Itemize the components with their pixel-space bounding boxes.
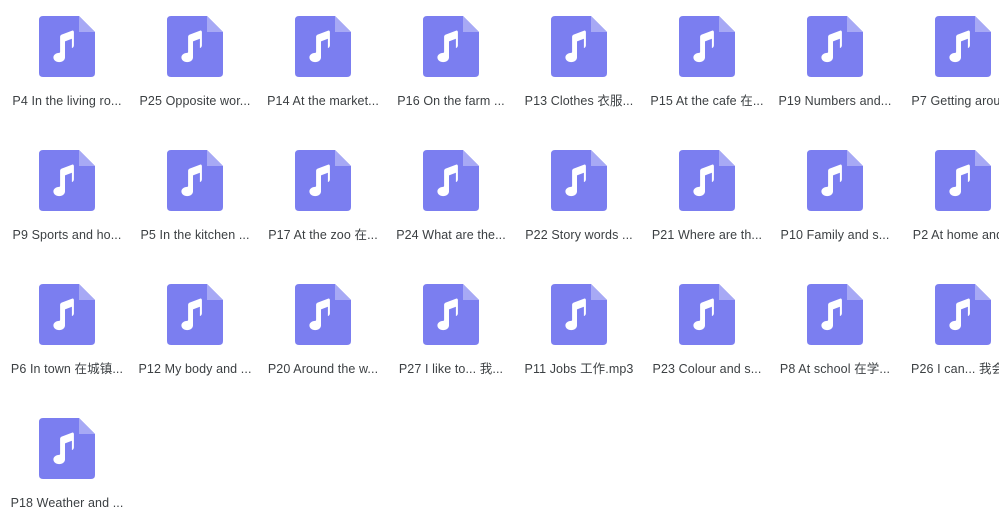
file-label: P14 At the market... — [267, 94, 379, 108]
audio-file-icon — [295, 284, 351, 345]
audio-file-icon — [39, 16, 95, 77]
file-label: P18 Weather and ... — [10, 496, 124, 510]
file-label: P2 At home and i. — [912, 228, 999, 242]
file-label: P26 I can... 我会... — [911, 362, 999, 376]
file-item[interactable]: P4 In the living ro... — [3, 0, 131, 118]
file-label: P5 In the kitchen ... — [140, 228, 250, 242]
file-item[interactable]: P22 Story words ... — [515, 134, 643, 252]
audio-file-icon — [551, 284, 607, 345]
audio-file-icon — [167, 150, 223, 211]
file-label: P23 Colour and s... — [652, 362, 762, 376]
file-item[interactable]: P26 I can... 我会... — [899, 268, 999, 386]
audio-file-icon — [807, 16, 863, 77]
file-item[interactable]: P13 Clothes 衣服... — [515, 0, 643, 118]
audio-file-icon — [39, 284, 95, 345]
file-label: P17 At the zoo 在... — [268, 228, 378, 242]
file-label: P7 Getting around — [911, 94, 999, 108]
file-label: P9 Sports and ho... — [12, 228, 122, 242]
file-label: P8 At school 在学... — [779, 362, 891, 376]
file-item[interactable]: P9 Sports and ho... — [3, 134, 131, 252]
audio-file-icon — [679, 150, 735, 211]
file-label: P11 Jobs 工作.mp3 — [524, 362, 634, 376]
audio-file-icon — [551, 16, 607, 77]
audio-file-icon — [423, 284, 479, 345]
file-item[interactable]: P15 At the cafe 在... — [643, 0, 771, 118]
file-label: P15 At the cafe 在... — [650, 94, 764, 108]
file-label: P16 On the farm ... — [397, 94, 505, 108]
audio-file-icon — [935, 150, 991, 211]
file-item[interactable]: P24 What are the... — [387, 134, 515, 252]
audio-file-icon — [807, 150, 863, 211]
file-label: P21 Where are th... — [651, 228, 763, 242]
file-item[interactable]: P23 Colour and s... — [643, 268, 771, 386]
file-label: P19 Numbers and... — [778, 94, 892, 108]
file-item[interactable]: P17 At the zoo 在... — [259, 134, 387, 252]
file-item[interactable]: P5 In the kitchen ... — [131, 134, 259, 252]
audio-file-icon — [423, 16, 479, 77]
audio-file-icon — [423, 150, 479, 211]
file-label: P10 Family and s... — [780, 228, 890, 242]
audio-file-icon — [295, 16, 351, 77]
file-label: P27 I like to... 我... — [398, 362, 504, 376]
file-label: P12 My body and ... — [138, 362, 252, 376]
file-item[interactable]: P2 At home and i. — [899, 134, 999, 252]
file-label: P4 In the living ro... — [12, 94, 122, 108]
audio-file-icon — [679, 16, 735, 77]
file-label: P25 Opposite wor... — [139, 94, 251, 108]
audio-file-icon — [679, 284, 735, 345]
file-item[interactable]: P6 In town 在城镇... — [3, 268, 131, 386]
file-item[interactable]: P27 I like to... 我... — [387, 268, 515, 386]
file-label: P13 Clothes 衣服... — [524, 94, 634, 108]
file-label: P20 Around the w... — [267, 362, 379, 376]
audio-file-icon — [167, 284, 223, 345]
file-item[interactable]: P16 On the farm ... — [387, 0, 515, 118]
file-item[interactable]: P20 Around the w... — [259, 268, 387, 386]
audio-file-icon — [39, 418, 95, 479]
audio-file-icon — [295, 150, 351, 211]
file-label: P24 What are the... — [396, 228, 506, 242]
audio-file-icon — [551, 150, 607, 211]
file-item[interactable]: P12 My body and ... — [131, 268, 259, 386]
audio-file-icon — [167, 16, 223, 77]
file-item[interactable]: P21 Where are th... — [643, 134, 771, 252]
file-grid: P4 In the living ro... P25 Opposite wor..… — [0, 0, 999, 528]
file-item[interactable]: P7 Getting around — [899, 0, 999, 118]
audio-file-icon — [935, 16, 991, 77]
file-item[interactable]: P8 At school 在学... — [771, 268, 899, 386]
file-item[interactable]: P10 Family and s... — [771, 134, 899, 252]
file-item[interactable]: P14 At the market... — [259, 0, 387, 118]
audio-file-icon — [935, 284, 991, 345]
file-item[interactable]: P19 Numbers and... — [771, 0, 899, 118]
audio-file-icon — [807, 284, 863, 345]
audio-file-icon — [39, 150, 95, 211]
file-item[interactable]: P18 Weather and ... — [3, 402, 131, 520]
file-item[interactable]: P11 Jobs 工作.mp3 — [515, 268, 643, 386]
file-label: P22 Story words ... — [525, 228, 633, 242]
file-label: P6 In town 在城镇... — [10, 362, 124, 376]
file-item[interactable]: P25 Opposite wor... — [131, 0, 259, 118]
